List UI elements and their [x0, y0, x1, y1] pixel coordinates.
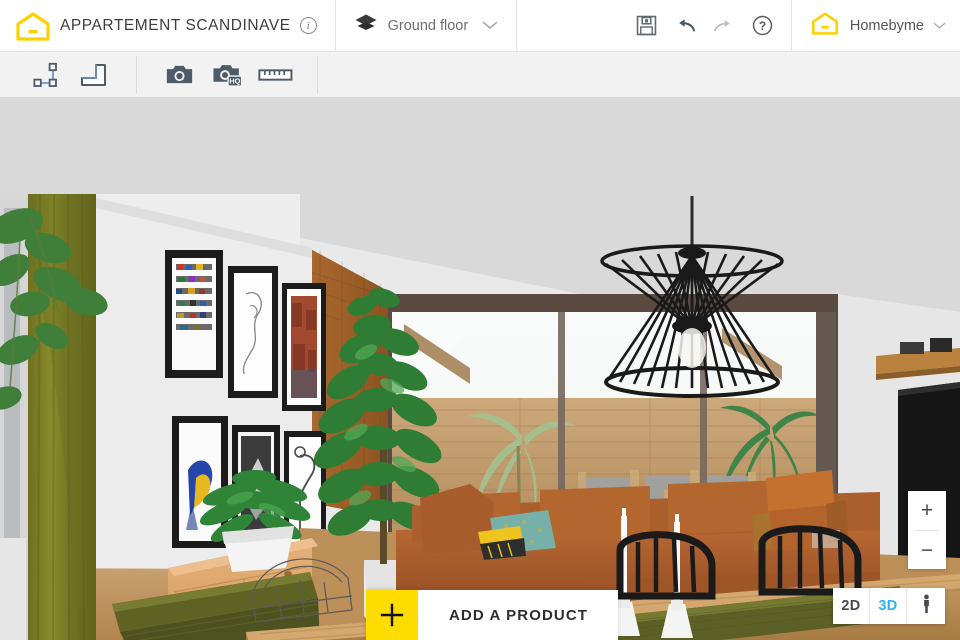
- header-divider-2: [516, 0, 518, 52]
- zoom-controls: + −: [908, 491, 946, 569]
- account-menu[interactable]: Homebyme: [792, 0, 960, 52]
- scene-3d-viewport[interactable]: [0, 98, 960, 640]
- home-outline-icon: [810, 11, 840, 41]
- view-2d-button[interactable]: 2D: [833, 588, 870, 624]
- capture-tools-group: HQ: [155, 52, 299, 98]
- person-walkthrough-icon: [920, 594, 933, 618]
- add-product-label: ADD A PRODUCT: [418, 590, 619, 640]
- yellow-cushion: [478, 526, 526, 560]
- page-title: APPARTEMENT SCANDINAVE: [60, 16, 291, 34]
- walkthrough-button[interactable]: [907, 588, 945, 624]
- view-3d-button[interactable]: 3D: [870, 588, 907, 624]
- app-header: APPARTEMENT SCANDINAVE i Ground floor ? …: [0, 0, 960, 52]
- snapshot-tool[interactable]: [155, 52, 203, 98]
- help-question-icon[interactable]: ?: [752, 15, 773, 36]
- layers-stack-icon: [354, 13, 378, 38]
- svg-text:HQ: HQ: [229, 77, 240, 86]
- chevron-down-icon: [933, 17, 946, 35]
- redo-arrow-icon[interactable]: [713, 18, 735, 34]
- info-icon[interactable]: i: [299, 17, 317, 34]
- header-actions: ?: [636, 15, 791, 36]
- draw-points-tool[interactable]: [22, 52, 70, 98]
- svg-text:?: ?: [759, 19, 766, 33]
- draw-wall-tool[interactable]: [70, 52, 118, 98]
- home-outline-icon[interactable]: [14, 11, 52, 41]
- hq-snapshot-tool[interactable]: HQ: [203, 52, 251, 98]
- account-name-label: Homebyme: [849, 17, 924, 34]
- floor-label: Ground floor: [387, 17, 469, 34]
- zoom-out-button[interactable]: −: [908, 531, 946, 570]
- homebyme-editor: APPARTEMENT SCANDINAVE i Ground floor ? …: [0, 0, 960, 640]
- toolbar-divider-1: [136, 55, 137, 94]
- drawing-tools-group: [22, 52, 118, 98]
- chevron-down-icon: [482, 17, 498, 35]
- add-product-button[interactable]: ADD A PRODUCT: [366, 590, 619, 640]
- plus-icon: [366, 590, 418, 640]
- floppy-disk-save-icon[interactable]: [636, 15, 657, 36]
- measure-tool[interactable]: [251, 52, 299, 98]
- zoom-in-button[interactable]: +: [908, 491, 946, 530]
- editor-toolbar: HQ: [0, 52, 960, 98]
- floor-selector[interactable]: Ground floor: [336, 0, 517, 52]
- scene-render: [0, 98, 960, 640]
- toolbar-divider-2: [317, 55, 318, 94]
- undo-arrow-icon[interactable]: [674, 18, 696, 34]
- view-mode-toggle: 2D 3D: [833, 588, 945, 624]
